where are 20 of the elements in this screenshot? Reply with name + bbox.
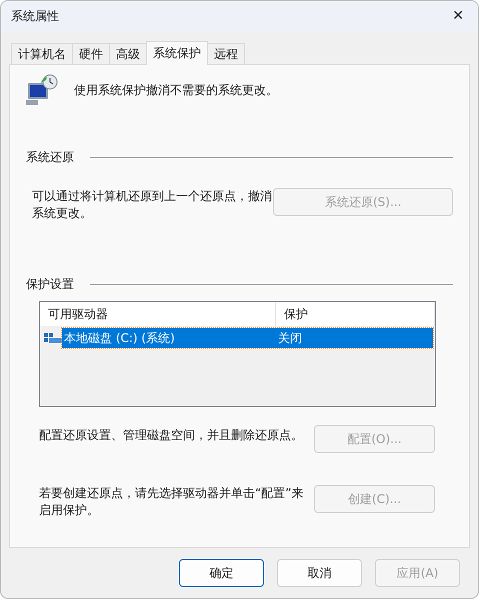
table-cell-text: 本地磁盘 (C:) (系统) [63,330,176,346]
tab[interactable]: 系统保护 [146,41,208,65]
column-header[interactable]: 可用驱动器 [40,302,276,326]
drive-icon [44,331,62,345]
intro-text: 使用系统保护撤消不需要的系统更改。 [74,82,278,98]
column-header[interactable]: 保护 [276,302,435,326]
dialog-button[interactable]: 确定 [179,559,264,587]
restore-description: 可以通过将计算机还原到上一个还原点，撤消系统更改。 [32,188,273,222]
drive-row[interactable]: 本地磁盘 (C:) (系统) 关闭 [62,328,433,348]
window-title: 系统属性 [11,8,59,24]
section-heading: 系统还原 [26,149,74,166]
table-cell-text: 关闭 [277,330,303,346]
close-button[interactable]: ✕ [448,8,468,24]
configure-description: 配置还原设置、管理磁盘空间，并且删除还原点。 [39,427,304,444]
dialog-button[interactable]: 取消 [277,559,362,587]
tab[interactable]: 计算机名 [11,43,73,64]
section-heading: 保护设置 [26,276,74,293]
tab[interactable]: 远程 [207,43,245,64]
computer-icon [26,74,58,106]
create-description: 若要创建还原点，请先选择驱动器并单击“配置”来启用保护。 [39,485,304,519]
